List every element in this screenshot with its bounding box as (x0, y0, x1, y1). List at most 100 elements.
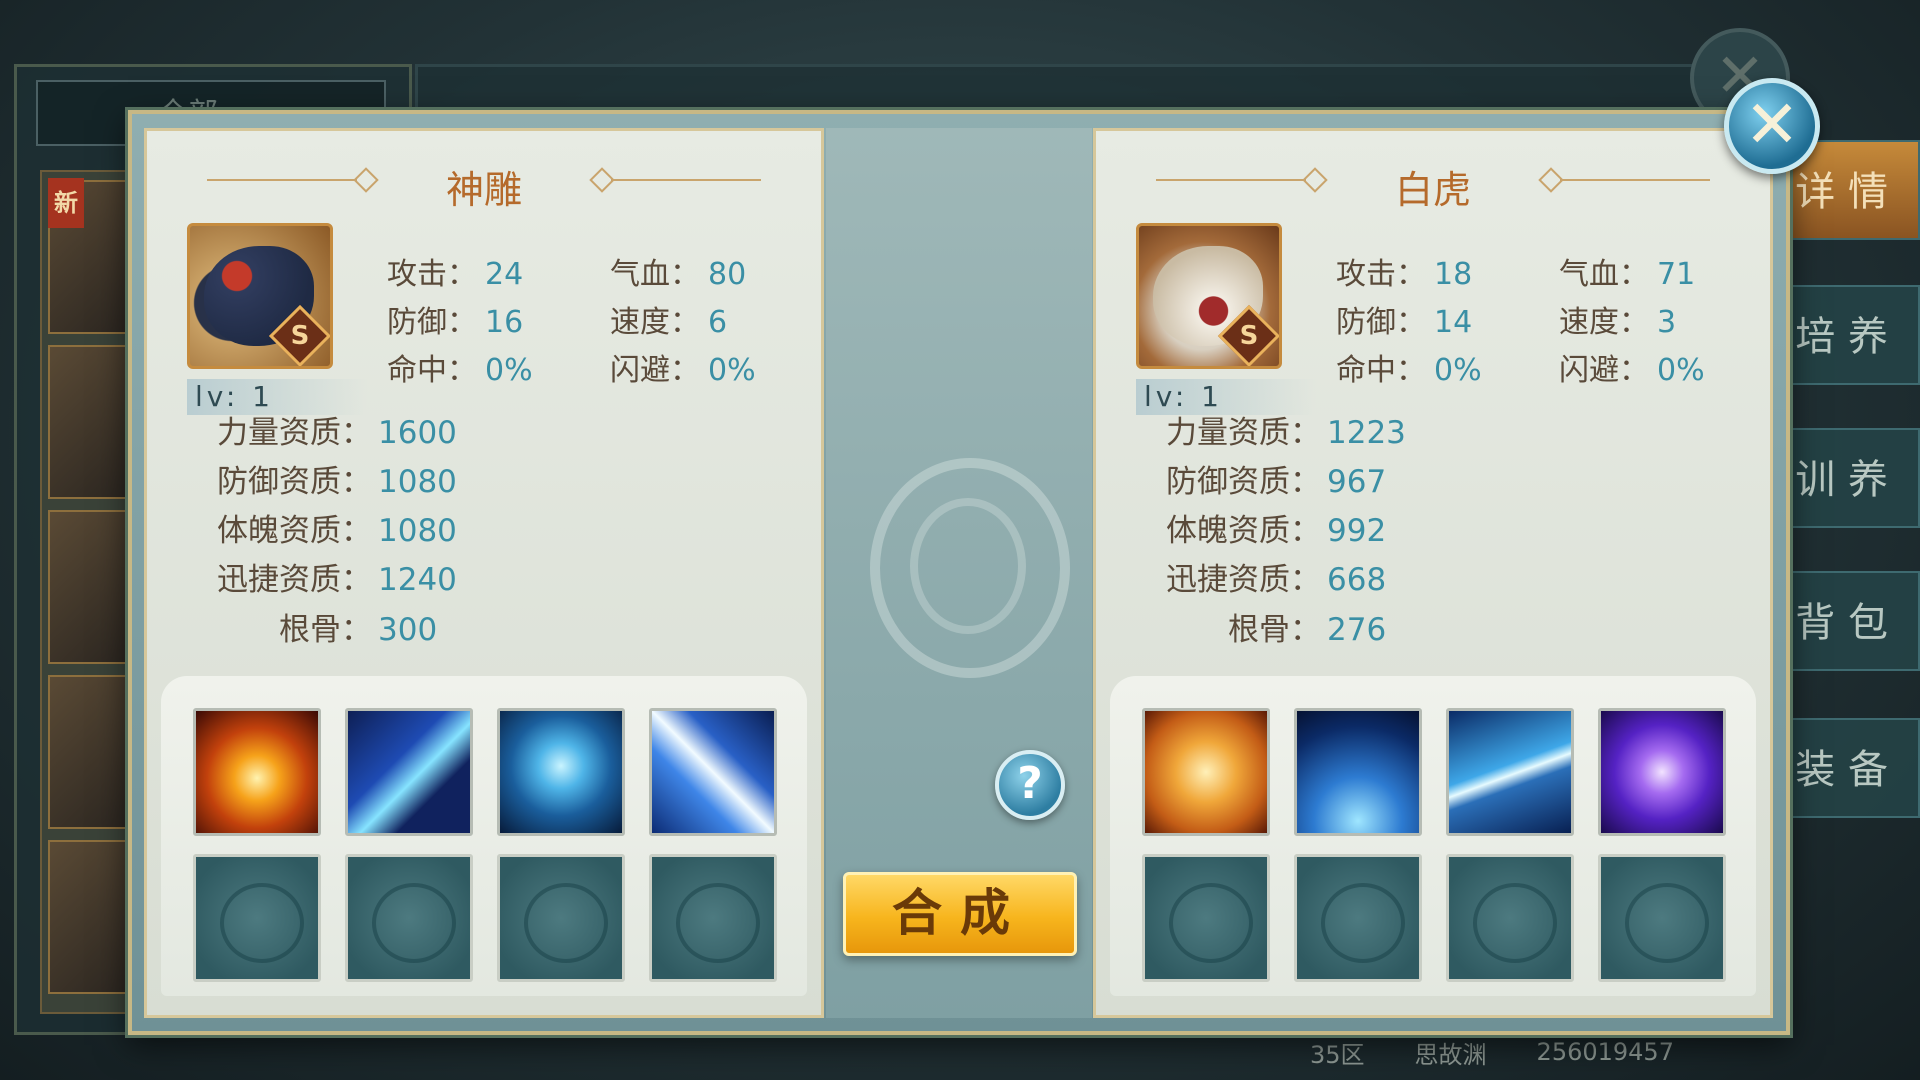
stat-label: 攻击： (387, 257, 477, 292)
aptitude-strength: 力量资质： 1600 (187, 407, 607, 452)
aptitude-label: 防御资质： (217, 464, 372, 500)
player-id: 256019457 (1536, 1038, 1674, 1066)
stat-dodge: 闪避： 0% (1559, 345, 1705, 389)
stat-speed: 速度： 6 (610, 297, 727, 341)
stat-value: 16 (485, 305, 524, 340)
empty-skill-slot[interactable] (1598, 854, 1726, 982)
grade-letter: S (290, 321, 310, 351)
aptitude-value: 1080 (378, 464, 457, 500)
stat-defense: 防御： 16 (387, 297, 523, 341)
stat-defense: 防御： 14 (1336, 297, 1472, 341)
empty-skill-slot[interactable] (345, 854, 473, 982)
aptitude-value: 300 (378, 612, 438, 648)
stat-label: 命中： (1336, 353, 1426, 388)
aptitude-label: 迅捷资质： (217, 562, 372, 598)
server-label: 35区 (1310, 1040, 1365, 1069)
background-pet-slot[interactable] (48, 345, 136, 499)
aptitude-value: 1223 (1327, 415, 1406, 451)
stat-label: 气血： (1559, 257, 1649, 292)
stat-hp: 气血： 71 (1559, 249, 1695, 293)
aptitude-label: 体魄资质： (217, 513, 372, 549)
aptitude-value: 967 (1327, 464, 1387, 500)
background-pet-slot[interactable] (48, 510, 136, 664)
help-button[interactable]: ? (995, 750, 1065, 820)
aptitude-label: 力量资质： (1166, 415, 1321, 451)
background-pet-slot[interactable] (48, 840, 136, 994)
grade-letter: S (1239, 321, 1259, 351)
left-pet-panel: 神雕 S lv: 1 攻击： 24 气血： 80 防御： 16 速度： 6 命中： 0% … (144, 128, 824, 1018)
pet-name: 白虎 (1394, 168, 1471, 212)
aptitude-physique: 体魄资质： 992 (1136, 505, 1556, 550)
right-pet-panel: 白虎 S lv: 1 攻击： 18 气血： 71 防御： 14 速度： 3 命中： 0% … (1093, 128, 1773, 1018)
skills-grid (1110, 676, 1756, 996)
dragon-emblem-icon (676, 883, 760, 963)
close-icon[interactable]: ✕ (1724, 78, 1820, 174)
aptitude-label: 体魄资质： (1166, 513, 1321, 549)
player-info-footer: 35区 思故渊 256019457 (1310, 1030, 1760, 1074)
new-badge: 新 (48, 178, 84, 228)
stat-label: 速度： (1559, 305, 1649, 340)
empty-skill-slot[interactable] (1446, 854, 1574, 982)
aptitude-label: 根骨： (1228, 612, 1321, 648)
stat-attack: 攻击： 18 (1336, 249, 1472, 293)
stat-dodge: 闪避： 0% (610, 345, 756, 389)
aptitude-value: 992 (1327, 513, 1387, 549)
stat-label: 闪避： (1559, 353, 1649, 388)
aptitude-agility: 迅捷资质： 668 (1136, 554, 1556, 599)
thunder-icon[interactable] (1446, 708, 1574, 836)
skills-grid (161, 676, 807, 996)
stat-label: 速度： (610, 305, 700, 340)
stat-hit: 命中： 0% (387, 345, 533, 389)
stat-value: 6 (708, 305, 728, 340)
empty-skill-slot[interactable] (193, 854, 321, 982)
dragon-emblem-icon (1169, 883, 1253, 963)
aptitude-physique: 体魄资质： 1080 (187, 505, 607, 550)
stat-label: 气血： (610, 257, 700, 292)
aptitude-label: 力量资质： (217, 415, 372, 451)
player-name: 思故渊 (1414, 1040, 1487, 1069)
stat-hp: 气血： 80 (610, 249, 746, 293)
aptitude-label: 迅捷资质： (1166, 562, 1321, 598)
merge-button[interactable]: 合成 (843, 872, 1077, 956)
background-pet-slot[interactable] (48, 675, 136, 829)
ice-spikes-icon[interactable] (1294, 708, 1422, 836)
aptitude-agility: 迅捷资质： 1240 (187, 554, 607, 599)
lightning-strike-icon[interactable] (649, 708, 777, 836)
fire-phoenix-icon[interactable] (193, 708, 321, 836)
stat-attack: 攻击： 24 (387, 249, 523, 293)
stat-label: 防御： (387, 305, 477, 340)
pet-portrait-eagle[interactable]: S (187, 223, 333, 369)
dragon-emblem-icon (1473, 883, 1557, 963)
stat-value: 14 (1434, 305, 1473, 340)
aptitude-defense: 防御资质： 1080 (187, 456, 607, 501)
stat-label: 防御： (1336, 305, 1426, 340)
stat-label: 攻击： (1336, 257, 1426, 292)
stat-value: 18 (1434, 257, 1473, 292)
pet-name: 神雕 (445, 168, 522, 212)
stat-value: 24 (485, 257, 524, 292)
dragon-emblem-icon (870, 458, 1070, 678)
golden-tiger-icon[interactable] (1142, 708, 1270, 836)
dragon-emblem-icon (372, 883, 456, 963)
dragon-emblem-icon (220, 883, 304, 963)
aptitude-value: 668 (1327, 562, 1387, 598)
blue-heart-icon[interactable] (497, 708, 625, 836)
empty-skill-slot[interactable] (649, 854, 777, 982)
dragon-emblem-icon (1321, 883, 1405, 963)
empty-skill-slot[interactable] (497, 854, 625, 982)
aptitude-value: 1240 (378, 562, 457, 598)
empty-skill-slot[interactable] (1294, 854, 1422, 982)
stat-value: 0% (1657, 353, 1705, 388)
stat-speed: 速度： 3 (1559, 297, 1676, 341)
aptitude-defense: 防御资质： 967 (1136, 456, 1556, 501)
empty-skill-slot[interactable] (1142, 854, 1270, 982)
aptitude-value: 1080 (378, 513, 457, 549)
claw-slash-icon[interactable] (345, 708, 473, 836)
stat-value: 71 (1657, 257, 1696, 292)
aptitude-value: 1600 (378, 415, 457, 451)
aptitude-root: 根骨： 276 (1136, 604, 1556, 649)
aptitude-label: 根骨： (279, 612, 372, 648)
purple-vortex-icon[interactable] (1598, 708, 1726, 836)
stat-value: 3 (1657, 305, 1677, 340)
pet-portrait-tiger[interactable]: S (1136, 223, 1282, 369)
